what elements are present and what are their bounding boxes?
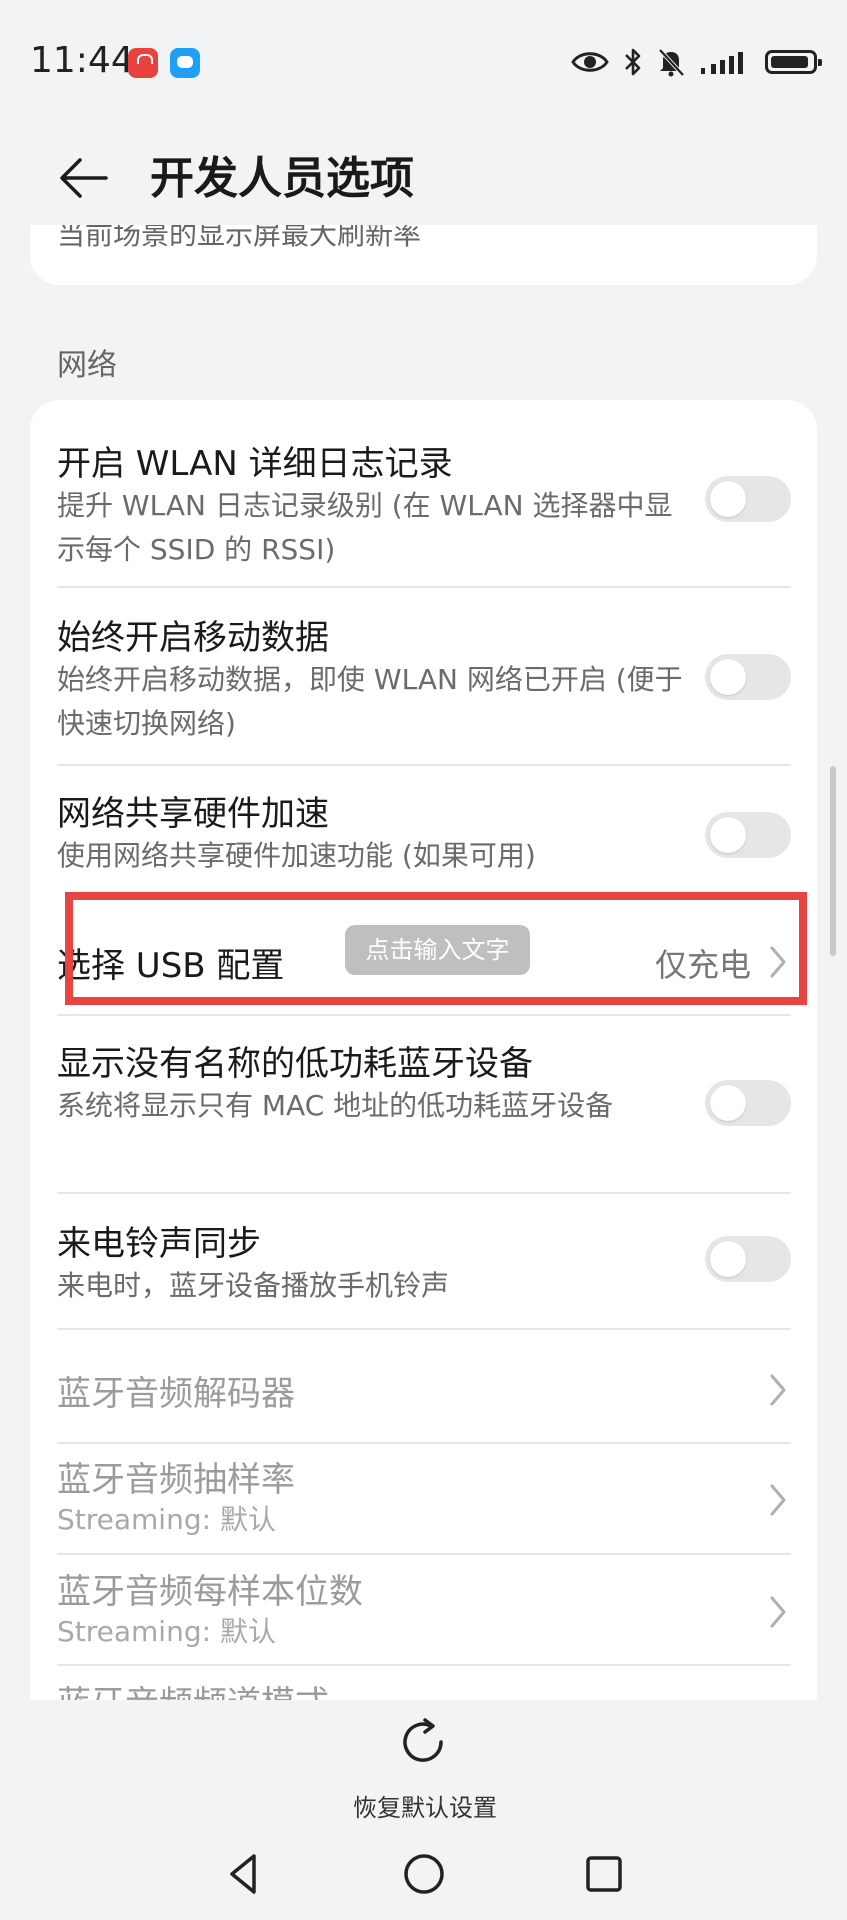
toggle-knob [710, 817, 746, 853]
chevron-right-icon [770, 1596, 786, 1628]
tethering-hw-acceleration-toggle[interactable] [705, 812, 791, 858]
setting-row-mobile-data-always-on[interactable]: 始终开启移动数据 始终开启移动数据，即使 WLAN 网络已开启 (便于快速切换网… [57, 604, 791, 750]
huawei-app-icon [128, 48, 158, 78]
nav-home-icon[interactable] [400, 1850, 448, 1898]
network-settings-card: 开启 WLAN 详细日志记录 提升 WLAN 日志记录级别 (在 WLAN 选择… [30, 400, 817, 1700]
bluetooth-icon [625, 48, 641, 76]
setting-subtitle: Streaming: 默认 [57, 1615, 276, 1648]
divider [57, 586, 791, 588]
status-time: 11:44 [30, 40, 134, 81]
reset-defaults-button[interactable]: 恢复默认设置 [330, 1714, 520, 1824]
setting-title: 蓝牙音频每样本位数 [57, 1572, 363, 1612]
setting-title: 显示没有名称的低功耗蓝牙设备 [57, 1044, 533, 1084]
section-label-network: 网络 [57, 348, 117, 383]
toggle-knob [710, 1085, 746, 1121]
text-input-hint[interactable]: 点击输入文字 [345, 925, 530, 975]
divider [57, 1014, 791, 1016]
system-icons [571, 40, 822, 84]
scrollbar[interactable] [830, 766, 836, 956]
signal-icon [701, 52, 743, 74]
chevron-right-icon [770, 1484, 786, 1516]
setting-title: 蓝牙音频频道模式 [57, 1676, 329, 1700]
setting-row-bt-audio-sample-rate[interactable]: 蓝牙音频抽样率 Streaming: 默认 [57, 1450, 791, 1550]
navigation-bar [0, 1840, 847, 1920]
app-header: 开发人员选项 [0, 120, 847, 230]
setting-title: 蓝牙音频抽样率 [57, 1460, 295, 1500]
setting-row-bt-audio-codec[interactable]: 蓝牙音频解码器 [57, 1340, 791, 1440]
setting-subtitle: 使用网络共享硬件加速功能 (如果可用) [57, 839, 536, 872]
refresh-rate-card[interactable]: 当前场景的显示屏最大刷新率 [30, 225, 817, 285]
page-title: 开发人员选项 [150, 153, 414, 204]
toggle-knob [710, 1241, 746, 1277]
back-arrow-icon[interactable] [56, 150, 112, 206]
usb-configuration-value: 仅充电 [654, 946, 751, 984]
setting-subtitle: 来电时，蓝牙设备播放手机铃声 [57, 1269, 450, 1302]
mobile-data-always-on-toggle[interactable] [705, 654, 791, 700]
divider [57, 1192, 791, 1194]
setting-title: 开启 WLAN 详细日志记录 [57, 444, 453, 484]
nav-back-icon[interactable] [220, 1850, 268, 1898]
divider [57, 1553, 791, 1555]
setting-row-wlan-verbose-logging[interactable]: 开启 WLAN 详细日志记录 提升 WLAN 日志记录级别 (在 WLAN 选择… [57, 430, 791, 576]
setting-title: 始终开启移动数据 [57, 618, 329, 658]
mute-bell-icon [658, 48, 685, 77]
setting-row-bt-audio-bits-per-sample[interactable]: 蓝牙音频每样本位数 Streaming: 默认 [57, 1562, 791, 1662]
setting-title: 来电铃声同步 [57, 1224, 261, 1264]
setting-row-show-unnamed-ble-devices[interactable]: 显示没有名称的低功耗蓝牙设备 系统将显示只有 MAC 地址的低功耗蓝牙设备 [57, 1030, 791, 1180]
setting-subtitle: 系统将显示只有 MAC 地址的低功耗蓝牙设备 [57, 1089, 614, 1122]
toggle-knob [710, 659, 746, 695]
setting-title: 网络共享硬件加速 [57, 794, 329, 834]
reset-icon [403, 1718, 443, 1762]
status-bar: 11:44 [0, 0, 847, 120]
reset-defaults-label: 恢复默认设置 [353, 1794, 497, 1822]
wlan-verbose-logging-toggle[interactable] [705, 476, 791, 522]
message-icon [170, 48, 200, 78]
setting-subtitle: 始终开启移动数据，即使 WLAN 网络已开启 (便于快速切换网络) [57, 663, 683, 740]
divider [57, 1328, 791, 1330]
setting-row-bt-audio-channel-mode[interactable]: 蓝牙音频频道模式 [57, 1676, 791, 1700]
setting-row-tethering-hw-acceleration[interactable]: 网络共享硬件加速 使用网络共享硬件加速功能 (如果可用) [57, 782, 791, 892]
eye-icon [571, 52, 609, 72]
setting-title: 蓝牙音频解码器 [57, 1374, 295, 1414]
nav-recents-icon[interactable] [580, 1850, 628, 1898]
divider [57, 1442, 791, 1444]
setting-subtitle: 提升 WLAN 日志记录级别 (在 WLAN 选择器中显示每个 SSID 的 R… [57, 489, 673, 566]
setting-subtitle: Streaming: 默认 [57, 1503, 276, 1536]
partial-subtitle: 当前场景的显示屏最大刷新率 [57, 225, 422, 251]
show-unnamed-ble-devices-toggle[interactable] [705, 1080, 791, 1126]
divider [57, 764, 791, 766]
setting-title: 选择 USB 配置 [57, 946, 285, 986]
divider [57, 1664, 791, 1666]
ringtone-sync-toggle[interactable] [705, 1236, 791, 1282]
chevron-right-icon [770, 946, 786, 978]
toggle-knob [710, 481, 746, 517]
setting-row-ringtone-sync[interactable]: 来电铃声同步 来电时，蓝牙设备播放手机铃声 [57, 1210, 791, 1320]
chevron-right-icon [770, 1374, 786, 1406]
bottom-bar: 恢复默认设置 [0, 1700, 847, 1920]
battery-icon [765, 50, 822, 74]
